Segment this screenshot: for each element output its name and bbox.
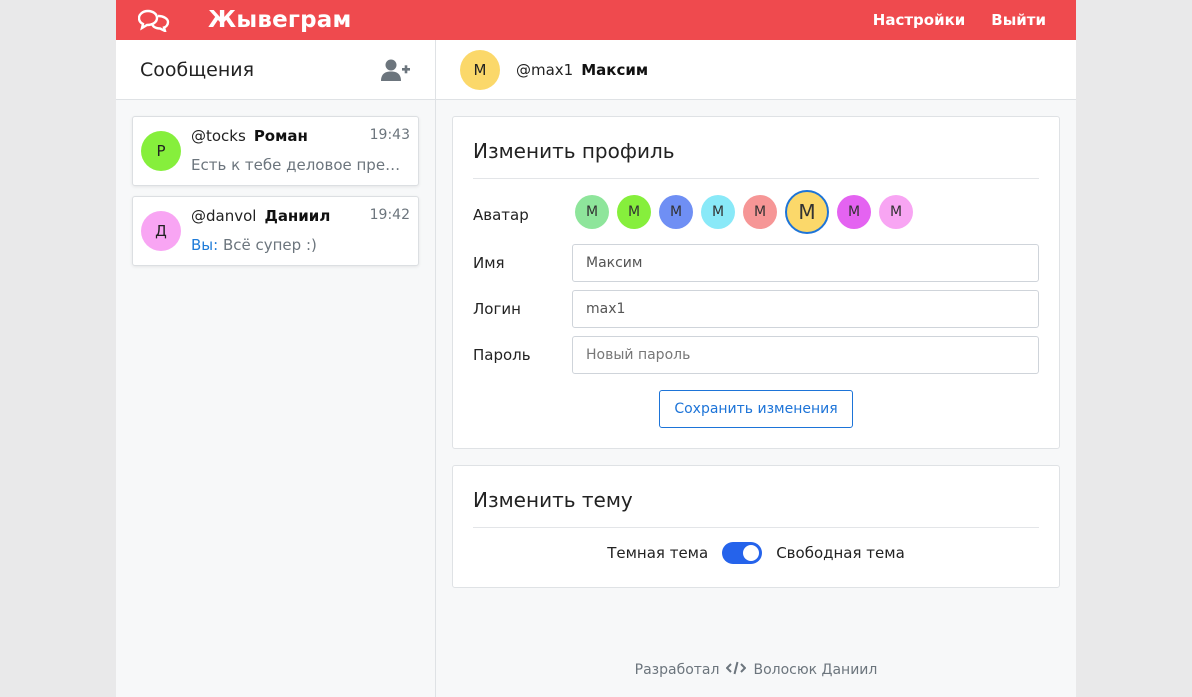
password-input[interactable] (572, 336, 1039, 374)
user-avatar: М (460, 49, 500, 90)
toggle-knob (743, 545, 760, 561)
divider (473, 527, 1039, 528)
avatar-color-swatch[interactable]: М (879, 195, 913, 229)
avatar-color-swatch[interactable]: М (575, 195, 609, 229)
chat-time: 19:42 (369, 207, 410, 223)
edit-theme-title: Изменить тему (473, 488, 633, 512)
chat-login: @danvol (191, 207, 257, 225)
password-label: Пароль (473, 346, 531, 364)
sidebar: Сообщения Р @tocks Роман 19:43 Есть к те… (116, 40, 436, 697)
chat-message-text: Всё супер :) (222, 236, 317, 254)
edit-profile-title: Изменить профиль (473, 139, 675, 163)
sidebar-header: Сообщения (116, 40, 435, 100)
avatar-color-swatch[interactable]: М (743, 195, 777, 229)
login-input[interactable] (572, 290, 1039, 328)
edit-theme-card: Изменить тему Темная тема Свободная тема (452, 465, 1060, 588)
avatar: Д (141, 211, 181, 251)
nav-settings-link[interactable]: Настройки (873, 11, 966, 29)
sidebar-title: Сообщения (140, 58, 255, 81)
chat-last-message: Есть к тебе деловое предложение (191, 156, 410, 174)
brand-title[interactable]: Жывеграм (208, 7, 352, 33)
avatar-color-swatch[interactable]: М (785, 190, 829, 234)
top-nav: Настройки Выйти (873, 11, 1046, 29)
avatar-color-swatch[interactable]: М (837, 195, 871, 229)
avatar: Р (141, 131, 181, 171)
code-icon (726, 661, 747, 679)
edit-profile-card: Изменить профиль Аватар ММММММММ Имя Лог… (452, 116, 1060, 449)
footer-author: Волосюк Даниил (753, 662, 878, 678)
free-theme-label: Свободная тема (776, 544, 905, 562)
user-login: @max1 (516, 60, 574, 79)
divider (473, 178, 1039, 179)
theme-toggle[interactable] (722, 542, 763, 564)
main-header: М @max1 Максим (436, 40, 1076, 100)
footer-prefix: Разработал (634, 662, 720, 678)
name-input[interactable] (572, 244, 1039, 282)
login-label: Логин (473, 300, 521, 318)
main-panel: М @max1 Максим Изменить профиль Аватар М… (436, 40, 1076, 697)
theme-switch-row: Темная тема Свободная тема (453, 542, 1059, 564)
chat-name: Даниил (264, 207, 331, 225)
add-user-icon[interactable] (381, 58, 411, 82)
dark-theme-label: Темная тема (607, 544, 709, 562)
chat-list-item[interactable]: Д @danvol Даниил 19:42 Вы: Всё супер :) (132, 196, 419, 266)
avatar-color-swatch[interactable]: М (701, 195, 735, 229)
avatar-color-picker: ММММММММ (575, 190, 913, 234)
avatar-label: Аватар (473, 206, 529, 224)
chat-you-prefix: Вы: (191, 236, 219, 254)
chat-time: 19:43 (369, 127, 410, 143)
user-name: Максим (581, 60, 649, 79)
footer: Разработал Волосюк Даниил (436, 661, 1076, 679)
avatar-color-swatch[interactable]: М (659, 195, 693, 229)
nav-logout-link[interactable]: Выйти (991, 11, 1046, 29)
chat-name: Роман (253, 127, 308, 145)
app-window: Жывеграм Настройки Выйти Сообщения Р @to… (116, 0, 1076, 697)
chat-item-header: @tocks Роман 19:43 (191, 127, 410, 145)
chat-item-header: @danvol Даниил 19:42 (191, 207, 410, 225)
save-changes-button[interactable]: Сохранить изменения (659, 390, 853, 428)
chat-list-item[interactable]: Р @tocks Роман 19:43 Есть к тебе деловое… (132, 116, 419, 186)
avatar-color-swatch[interactable]: М (617, 195, 651, 229)
chat-message-text: Есть к тебе деловое предложение (191, 156, 410, 174)
chat-login: @tocks (191, 127, 246, 145)
top-navbar: Жывеграм Настройки Выйти (116, 0, 1076, 40)
chat-last-message: Вы: Всё супер :) (191, 236, 410, 254)
name-label: Имя (473, 254, 505, 272)
chat-bubbles-logo-icon[interactable] (137, 8, 172, 34)
